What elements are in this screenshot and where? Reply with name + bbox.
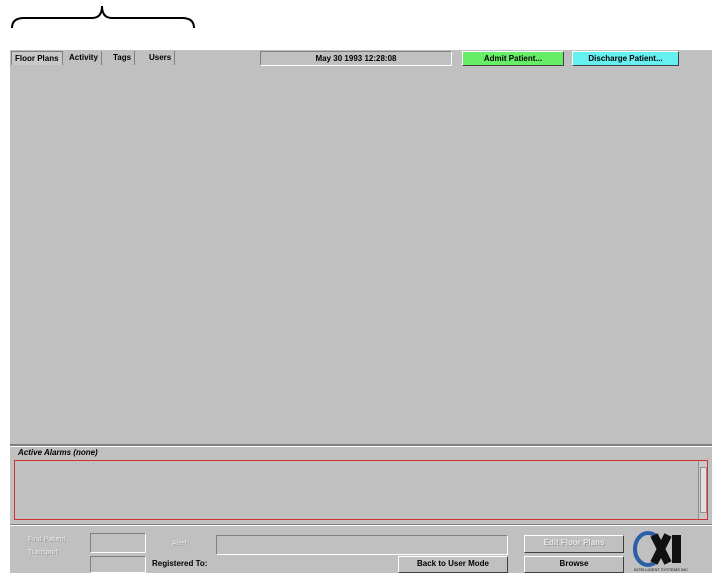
company-logo: INTELLIGENT SYSTEMS INC [632, 527, 712, 573]
back-to-user-mode-button[interactable]: Back to User Mode [398, 556, 508, 573]
logo-icon: INTELLIGENT SYSTEMS INC [633, 531, 688, 572]
admit-patient-button[interactable]: Admit Patient... [462, 51, 564, 66]
browse-button[interactable]: Browse [524, 556, 624, 573]
discharge-patient-button[interactable]: Discharge Patient... [572, 51, 679, 66]
divider [10, 444, 712, 447]
tab-floor-plans[interactable]: Floor Plans [11, 51, 63, 65]
transport-field[interactable] [90, 556, 146, 573]
active-alarms-list[interactable] [14, 460, 708, 520]
alert-label: Alert [172, 540, 187, 547]
edit-floor-plans-button[interactable]: Edit Floor Plans [524, 535, 624, 553]
tab-users[interactable]: Users [146, 51, 176, 65]
find-patient-field[interactable] [90, 533, 146, 553]
tab-tags[interactable]: Tags [110, 51, 136, 65]
scroll-thumb[interactable] [700, 467, 707, 513]
find-patient-label: Find Patient [28, 536, 66, 543]
transport-label: Transport [28, 549, 58, 556]
floor-plan-area[interactable] [10, 66, 712, 444]
annotation-brace [11, 5, 195, 29]
alert-field[interactable] [216, 535, 508, 555]
divider [10, 524, 712, 526]
top-toolbar: Floor Plans Activity Tags Users May 30 1… [10, 50, 712, 66]
alarms-scrollbar[interactable] [698, 461, 707, 519]
datetime-display: May 30 1993 12:28:08 [260, 51, 452, 66]
registered-to-label: Registered To: [152, 559, 208, 568]
active-alarms-label: Active Alarms (none) [18, 448, 98, 457]
application-window: Floor Plans Activity Tags Users May 30 1… [10, 50, 712, 573]
tab-activity[interactable]: Activity [66, 51, 102, 65]
svg-text:INTELLIGENT SYSTEMS INC: INTELLIGENT SYSTEMS INC [634, 567, 688, 572]
